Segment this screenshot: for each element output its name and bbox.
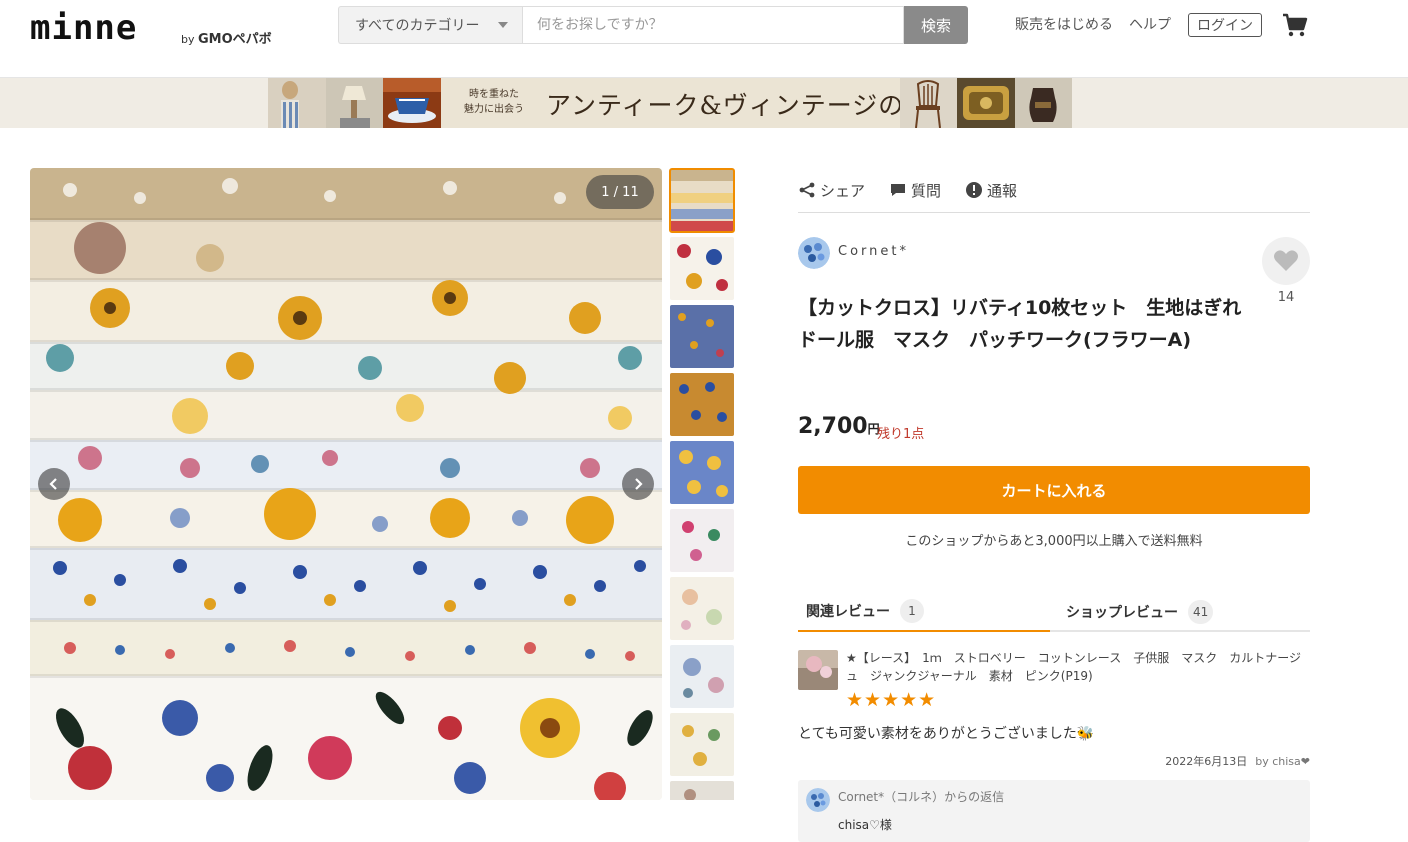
reply-from: Cornet*（コルネ）からの返信 [838, 790, 1005, 804]
shop-reply: Cornet*（コルネ）からの返信 chisa♡様 [798, 780, 1310, 842]
banner-subtitle: 時を重ねた 魅力に出会う [464, 87, 524, 117]
thumbnail-1[interactable] [669, 168, 735, 233]
thumbnail-8[interactable] [670, 645, 734, 708]
thumbnail-4[interactable] [670, 373, 734, 436]
cart-icon[interactable] [1281, 11, 1309, 39]
thumbnail-5[interactable] [670, 441, 734, 504]
share-label: シェア [820, 181, 866, 200]
banner-figurine-image [268, 78, 326, 128]
question-button[interactable]: 質問 [889, 180, 941, 201]
add-to-cart-button[interactable]: カートに入れる [798, 466, 1310, 514]
review-comment: とても可愛い素材をありがとうございました🐝 [798, 726, 1095, 742]
share-button[interactable]: シェア [798, 180, 865, 201]
thumbnail-6[interactable] [670, 509, 734, 572]
minne-logo[interactable]: minne [30, 8, 137, 48]
nav-start-selling[interactable]: 販売をはじめる [1015, 14, 1113, 34]
chevron-down-icon [498, 22, 508, 28]
report-button[interactable]: 通報 [965, 180, 1017, 201]
logo-byline: by GMOペパボ [181, 28, 272, 47]
antique-vintage-banner[interactable]: 時を重ねた 魅力に出会う アンティーク&ヴィンテージの世界 [268, 78, 1072, 128]
previous-image-button[interactable] [38, 468, 70, 500]
tab-related-reviews-label: 関連レビュー [806, 604, 890, 620]
banner-subtitle-line2: 魅力に出会う [464, 104, 524, 115]
banner-chair-image [900, 78, 957, 128]
heart-icon [1274, 250, 1298, 271]
fabric-stack-image [30, 168, 662, 800]
price-value: 2,700 [798, 414, 868, 439]
reply-text: chisa♡様 [838, 818, 892, 832]
banner-vase-image [1015, 78, 1072, 128]
image-counter: 1 / 11 [586, 175, 654, 209]
review-date: 2022年6月13日 [1165, 755, 1248, 768]
chevron-right-icon [635, 478, 643, 490]
banner-title: アンティーク&ヴィンテージの世界 [546, 91, 957, 120]
favorite-count: 14 [1277, 290, 1295, 305]
question-label: 質問 [911, 181, 942, 200]
tab-shop-reviews-label: ショップレビュー [1066, 605, 1178, 621]
logo-by-text: by [181, 33, 195, 46]
banner-teacup-image [383, 78, 441, 128]
thumbnail-9[interactable] [670, 713, 734, 776]
thumbnail-7[interactable] [670, 577, 734, 640]
review-author: by chisa❤ [1255, 755, 1310, 768]
review-star-rating: ★★★★★ [846, 689, 937, 711]
banner-lamp-image [326, 78, 383, 128]
product-title: 【カットクロス】リバティ10枚セット 生地はぎれ ドール服 マスク パッチワーク… [798, 297, 1261, 351]
chat-bubble-icon [891, 184, 906, 196]
review-meta: 2022年6月13日 by chisa❤ [798, 753, 1310, 769]
tab-shop-reviews-count: 41 [1188, 600, 1214, 624]
thumbnail-strip [669, 168, 735, 800]
product-actions: シェア 質問 通報 [798, 168, 1310, 213]
nav-help[interactable]: ヘルプ [1129, 14, 1171, 34]
login-button[interactable]: ログイン [1188, 13, 1262, 37]
site-header: minne by GMOペパボ すべてのカテゴリー 検索 販売をはじめる ヘルプ… [0, 0, 1408, 78]
next-image-button[interactable] [622, 468, 654, 500]
banner-subtitle-line1: 時を重ねた [469, 89, 519, 100]
stock-status: 残り1点 [877, 427, 925, 442]
review-item-thumbnail[interactable] [798, 650, 838, 690]
tab-related-reviews[interactable]: 関連レビュー 1 [798, 592, 1050, 632]
reply-shop-avatar [806, 788, 830, 812]
review-tabs: 関連レビュー 1 ショップレビュー 41 [798, 592, 1310, 632]
report-label: 通報 [987, 181, 1018, 200]
favorite-button[interactable] [1262, 237, 1310, 285]
category-select[interactable]: すべてのカテゴリー [338, 6, 522, 44]
thumbnail-10[interactable] [670, 781, 734, 800]
review-item-title[interactable]: ★【レース】 1ｍ ストロベリー コットンレース 子供服 マスク カルトナージュ… [846, 649, 1310, 685]
search-button[interactable]: 検索 [904, 6, 968, 44]
logo-company: GMOペパボ [198, 32, 272, 47]
main-product-photo[interactable] [30, 168, 662, 800]
free-shipping-note: このショップからあと3,000円以上購入で送料無料 [905, 534, 1203, 549]
exclamation-circle-icon [966, 182, 983, 198]
shop-name[interactable]: Cornet* [838, 244, 909, 259]
shop-avatar[interactable] [798, 237, 830, 269]
search-bar: すべてのカテゴリー 検索 [338, 6, 968, 44]
chevron-left-icon [49, 478, 57, 490]
thumbnail-2[interactable] [670, 237, 734, 300]
tab-shop-reviews[interactable]: ショップレビュー 41 [1058, 592, 1310, 632]
search-input[interactable] [522, 6, 904, 44]
thumbnail-3[interactable] [670, 305, 734, 368]
category-select-value: すべてのカテゴリー [355, 18, 480, 34]
share-icon [799, 182, 815, 198]
banner-brooch-image [957, 78, 1015, 128]
tab-related-reviews-count: 1 [900, 599, 924, 623]
product-price: 2,700円 [798, 414, 880, 439]
